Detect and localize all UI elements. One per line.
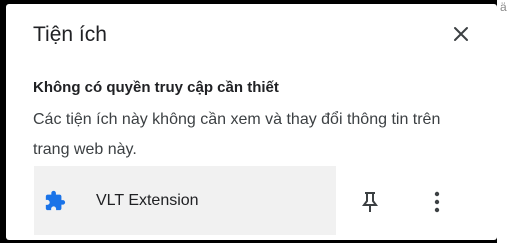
more-vert-icon [434, 191, 440, 213]
pin-icon [362, 192, 378, 212]
close-button[interactable] [447, 20, 475, 48]
underlying-page-edge: ä [497, 0, 513, 243]
extension-item[interactable]: VLT Extension [34, 166, 336, 235]
pin-extension-button[interactable] [357, 189, 383, 215]
extensions-popup: Tiện ích Không có quyền truy cập cần thi… [6, 4, 497, 240]
extension-name: VLT Extension [96, 192, 199, 209]
section-heading: Không có quyền truy cập cần thiết [33, 79, 279, 96]
puzzle-piece-icon [45, 190, 66, 211]
underlying-page-text: ä [500, 0, 507, 14]
section-description: Các tiện ích này không cần xem và thay đ… [33, 111, 441, 158]
close-icon [454, 27, 468, 41]
popup-title: Tiện ích [33, 23, 107, 46]
extension-menu-button[interactable] [424, 189, 450, 215]
